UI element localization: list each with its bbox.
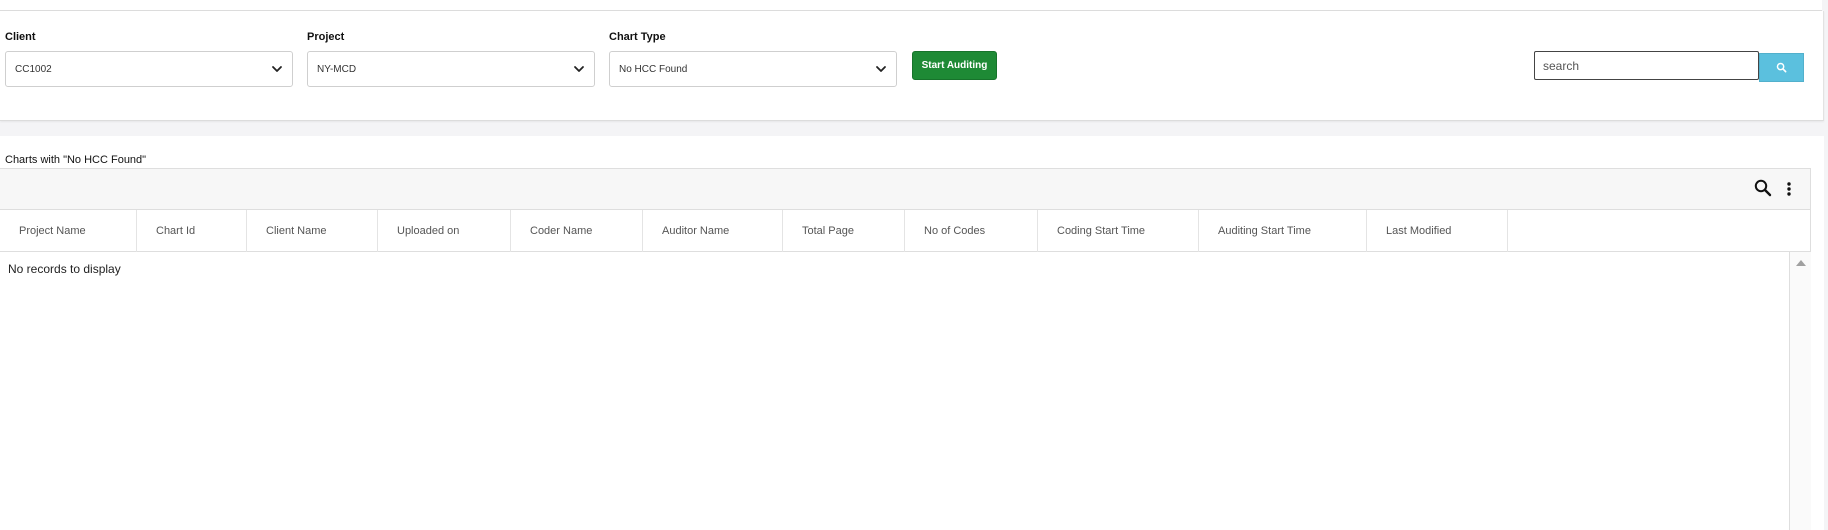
grid-header-row: Project Name Chart Id Client Name Upload…	[0, 210, 1811, 252]
search-icon	[1776, 62, 1787, 73]
top-band	[0, 0, 1822, 11]
chart-type-select[interactable]: No HCC Found	[609, 51, 897, 87]
column-header-last-modified[interactable]: Last Modified	[1367, 210, 1508, 252]
filter-panel: Client CC1002 Project NY-MCD Chart Type …	[0, 11, 1824, 121]
column-header-total-page[interactable]: Total Page	[783, 210, 905, 252]
scroll-up-arrow-icon[interactable]	[1796, 260, 1806, 266]
project-select[interactable]: NY-MCD	[307, 51, 595, 87]
chevron-down-icon	[272, 66, 282, 72]
chart-type-label: Chart Type	[609, 31, 666, 43]
column-header-uploaded-on[interactable]: Uploaded on	[378, 210, 511, 252]
client-select-value: CC1002	[15, 64, 52, 75]
grid-body: No records to display	[0, 252, 1811, 530]
project-select-value: NY-MCD	[317, 64, 357, 75]
project-label: Project	[307, 31, 345, 43]
chevron-down-icon	[876, 66, 886, 72]
column-header-auditing-start-time[interactable]: Auditing Start Time	[1199, 210, 1367, 252]
chevron-down-icon	[574, 66, 584, 72]
charts-grid-panel: Charts with "No HCC Found" Project Name …	[0, 136, 1824, 530]
column-header-chart-id[interactable]: Chart Id	[137, 210, 247, 252]
search-button[interactable]	[1759, 53, 1804, 82]
grid-toolbar	[0, 168, 1811, 210]
column-header-client-name[interactable]: Client Name	[247, 210, 378, 252]
grid-title: Charts with "No HCC Found"	[5, 154, 147, 166]
column-header-coder-name[interactable]: Coder Name	[511, 210, 643, 252]
search-icon[interactable]	[1753, 178, 1773, 198]
column-header-project-name[interactable]: Project Name	[0, 210, 137, 252]
start-auditing-button[interactable]: Start Auditing	[912, 51, 997, 80]
client-label: Client	[5, 31, 36, 43]
client-select[interactable]: CC1002	[5, 51, 293, 87]
search-input[interactable]	[1534, 51, 1759, 80]
no-records-message: No records to display	[8, 262, 121, 276]
column-header-no-of-codes[interactable]: No of Codes	[905, 210, 1038, 252]
more-vertical-icon[interactable]	[1782, 179, 1796, 199]
column-header-auditor-name[interactable]: Auditor Name	[643, 210, 783, 252]
column-header-coding-start-time[interactable]: Coding Start Time	[1038, 210, 1199, 252]
vertical-scrollbar[interactable]	[1789, 252, 1811, 530]
chart-type-select-value: No HCC Found	[619, 64, 688, 75]
